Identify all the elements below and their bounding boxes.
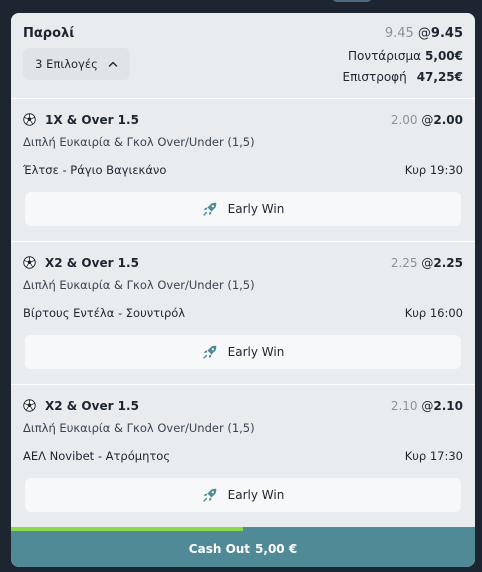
cashout-label: Cash Out	[188, 542, 251, 556]
leg-odds-old: 2.25	[390, 256, 418, 270]
stake-value: 5,00€	[425, 49, 463, 63]
leg-market: Διπλή Ευκαιρία & Γκολ Over/Under (1,5)	[23, 135, 255, 149]
stake-label: Ποντάρισμα	[348, 49, 422, 63]
leg-odds: 2.25 @2.25	[391, 256, 463, 270]
leg-odds-new: 2.00	[433, 113, 463, 127]
rocket-icon	[203, 202, 216, 216]
leg-odds-new: 2.25	[433, 256, 463, 270]
bet-slip-header: Παρολί 9.45 @9.45 3 Επιλογές Ποντάρισμα 5…	[11, 13, 475, 97]
odds-at-sign: @	[421, 399, 434, 413]
leg-market: Διπλή Ευκαιρία & Γκολ Over/Under (1,5)	[23, 421, 255, 435]
total-odds-old: 9.45	[384, 26, 414, 41]
leg-event[interactable]: Έλτσε - Ράγιο Βαγιεκάνο	[23, 163, 166, 177]
odds-at-sign: @	[421, 256, 434, 270]
bet-type-title: Παρολί	[23, 26, 75, 41]
leg-time: Κυρ 19:30	[404, 163, 463, 177]
bet-leg: X2 & Over 1.5 2.10 @2.10 Διπλή Ευκαιρία …	[11, 384, 475, 526]
soccer-ball-icon	[23, 113, 36, 126]
early-win-label: Early Win	[227, 202, 285, 216]
leg-event[interactable]: ΑΕΛ Novibet - Ατρόμητος	[23, 449, 170, 463]
return-row: Επιστροφή 47,25€	[343, 70, 464, 84]
leg-odds-old: 2.00	[390, 113, 418, 127]
leg-selection: X2 & Over 1.5	[45, 399, 139, 413]
cashout-amount: 5,00 €	[255, 542, 298, 556]
leg-odds: 2.00 @2.00	[391, 113, 463, 127]
odds-at-sign: @	[417, 26, 431, 41]
chevron-up-icon	[108, 61, 118, 67]
rocket-icon	[203, 345, 216, 359]
return-label: Επιστροφή	[342, 70, 407, 84]
background-accent	[332, 0, 372, 2]
early-win-label: Early Win	[227, 488, 285, 502]
leg-selection: X2 & Over 1.5	[45, 256, 139, 270]
leg-odds-old: 2.10	[390, 399, 418, 413]
soccer-ball-icon	[23, 256, 36, 269]
early-win-button[interactable]: Early Win	[25, 478, 461, 512]
bet-slip: Παρολί 9.45 @9.45 3 Επιλογές Ποντάρισμα 5…	[11, 13, 475, 567]
leg-market: Διπλή Ευκαιρία & Γκολ Over/Under (1,5)	[23, 278, 255, 292]
selections-label: 3 Επιλογές	[35, 57, 98, 71]
bet-leg: 1X & Over 1.5 2.00 @2.00 Διπλή Ευκαιρία …	[11, 98, 475, 240]
leg-odds-new: 2.10	[433, 399, 463, 413]
leg-event[interactable]: Βίρτους Εντέλα - Σουντιρόλ	[23, 306, 185, 320]
total-odds: 9.45 @9.45	[385, 26, 463, 41]
return-value: 47,25€	[416, 70, 463, 84]
cashout-button[interactable]: Cash Out 5,00 €	[11, 531, 475, 567]
soccer-ball-icon	[23, 399, 36, 412]
total-odds-new: 9.45	[430, 26, 463, 41]
odds-at-sign: @	[421, 113, 434, 127]
rocket-icon	[203, 488, 216, 502]
leg-time: Κυρ 16:00	[404, 306, 463, 320]
bet-leg: X2 & Over 1.5 2.25 @2.25 Διπλή Ευκαιρία …	[11, 241, 475, 383]
leg-odds: 2.10 @2.10	[391, 399, 463, 413]
early-win-label: Early Win	[227, 345, 285, 359]
leg-time: Κυρ 17:30	[404, 449, 463, 463]
early-win-button[interactable]: Early Win	[25, 335, 461, 369]
selections-toggle-button[interactable]: 3 Επιλογές	[23, 48, 130, 80]
early-win-button[interactable]: Early Win	[25, 192, 461, 226]
stake-row: Ποντάρισμα 5,00€	[348, 49, 463, 63]
leg-selection: 1X & Over 1.5	[45, 113, 139, 127]
